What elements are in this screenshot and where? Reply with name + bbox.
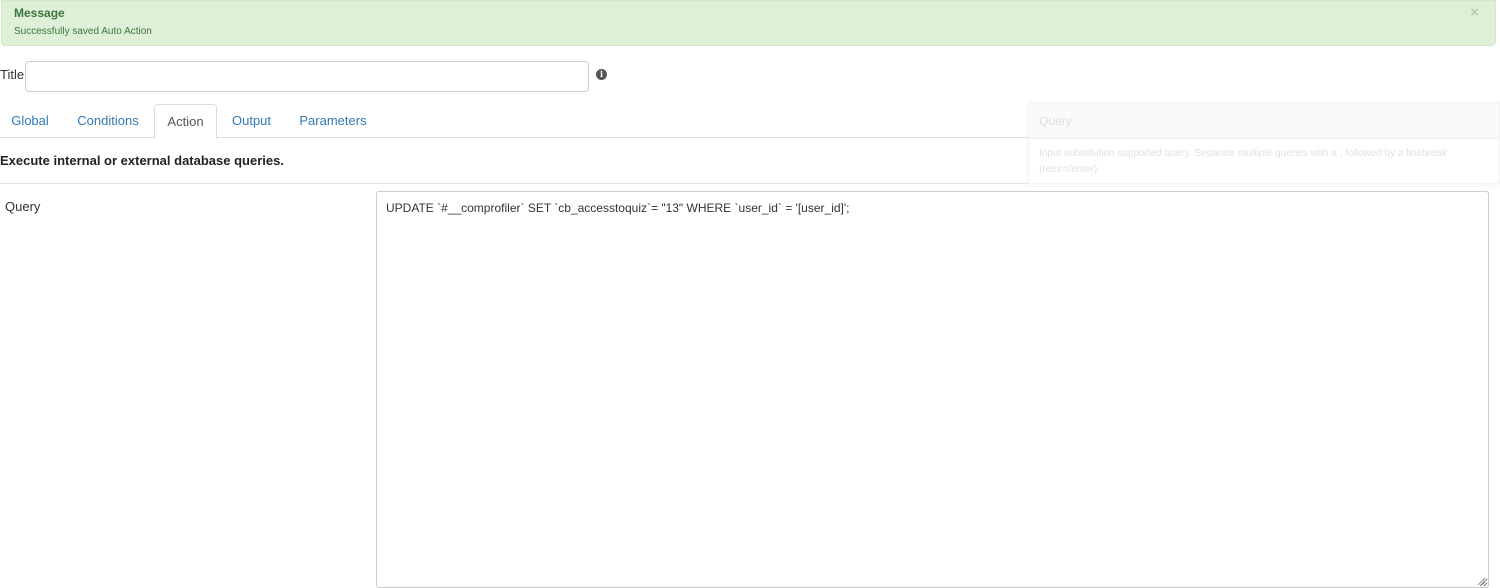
popover-content-line: Input substitution supported query. Sepa… xyxy=(1039,148,1447,159)
title-input[interactable] xyxy=(25,61,589,92)
tab-action[interactable]: Action xyxy=(154,104,217,139)
tab-global[interactable]: Global xyxy=(0,104,60,138)
popover-content-line: (return/enter). xyxy=(1039,164,1101,175)
resize-grip-icon[interactable] xyxy=(1476,576,1486,586)
info-circle-icon[interactable]: i xyxy=(596,69,607,80)
alert-message: Successfully saved Auto Action xyxy=(14,26,152,37)
popover-content: Input substitution supported query. Sepa… xyxy=(1039,146,1500,178)
query-help-popover: Query Input substitution supported query… xyxy=(1028,102,1500,184)
success-alert: Message Successfully saved Auto Action × xyxy=(1,0,1496,46)
title-label: Title xyxy=(0,67,25,82)
query-textarea[interactable] xyxy=(376,191,1489,588)
alert-title: Message xyxy=(14,6,65,20)
action-tabs: Global Conditions Action Output Paramete… xyxy=(0,104,1030,139)
tab-parameters[interactable]: Parameters xyxy=(288,104,378,138)
query-label: Query xyxy=(5,199,41,214)
popover-title: Query xyxy=(1029,103,1499,139)
tab-conditions[interactable]: Conditions xyxy=(64,104,152,138)
action-description: Execute internal or external database qu… xyxy=(0,153,284,168)
close-icon[interactable]: × xyxy=(1470,5,1479,21)
tab-output[interactable]: Output xyxy=(220,104,283,138)
